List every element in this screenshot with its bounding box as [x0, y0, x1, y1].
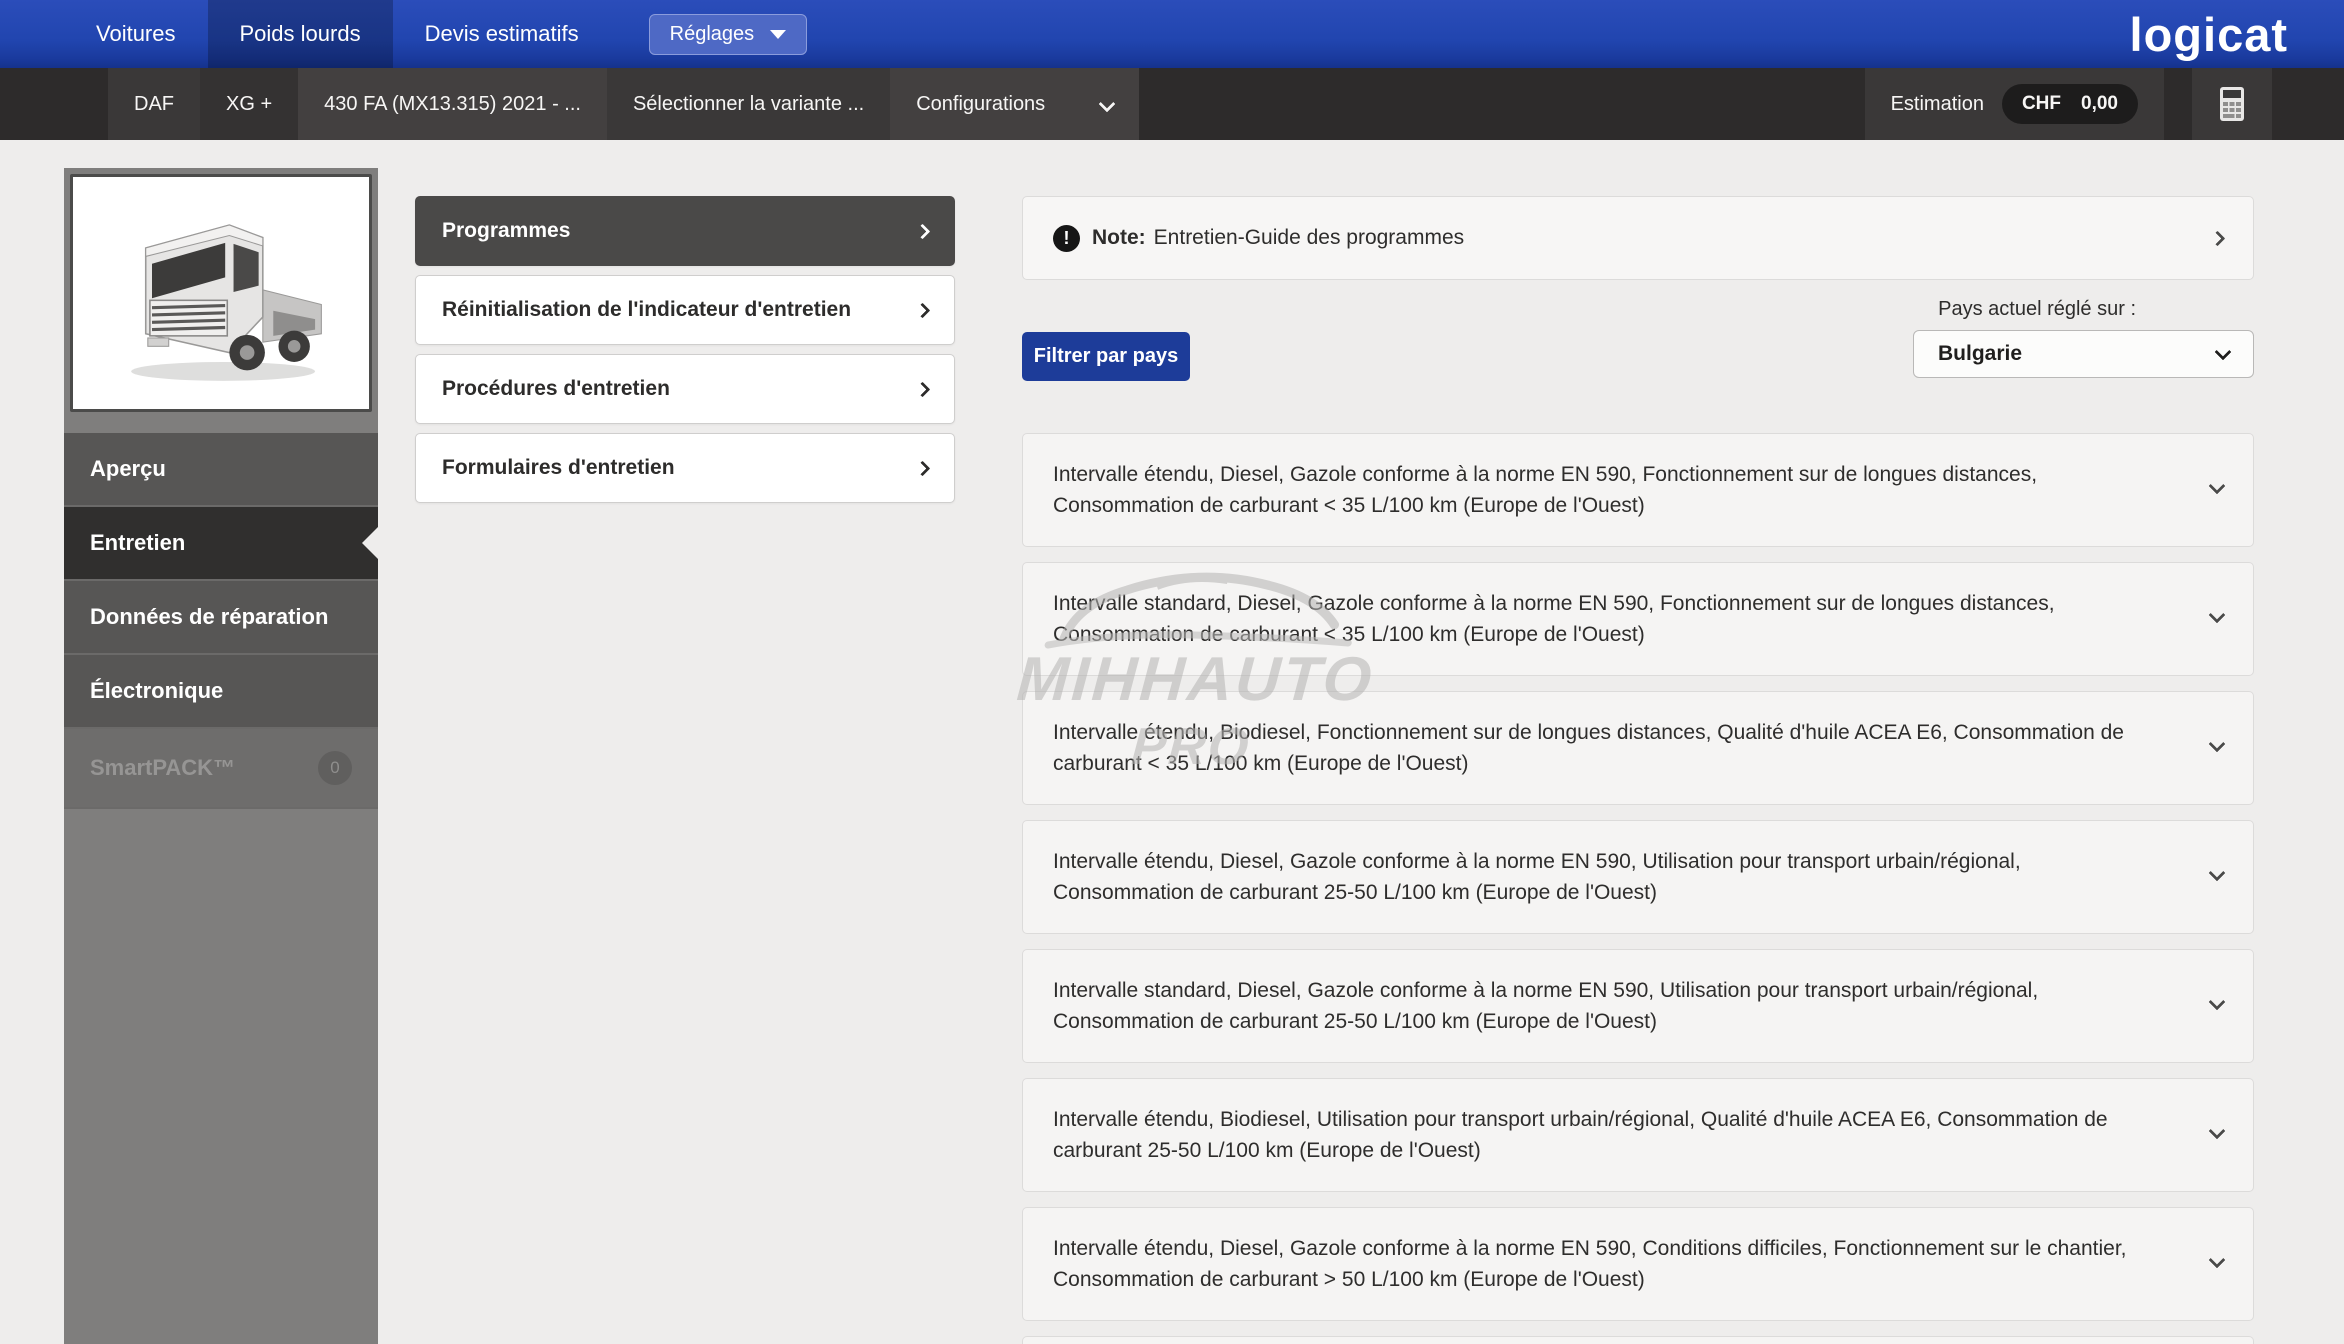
note-text: Entretien-Guide des programmes	[1153, 226, 1465, 249]
program-text: Intervalle étendu, Biodiesel, Utilisatio…	[1053, 1108, 2108, 1162]
program-row[interactable]: Intervalle étendu, Biodiesel, Utilisatio…	[1022, 1078, 2254, 1192]
program-text: Intervalle étendu, Diesel, Gazole confor…	[1053, 463, 2038, 517]
chevron-down-icon	[2208, 1122, 2226, 1140]
breadcrumb-type[interactable]: 430 FA (MX13.315) 2021 - ...	[298, 68, 607, 140]
settings-button[interactable]: Réglages	[648, 13, 808, 55]
tab-poids-lourds[interactable]: Poids lourds	[207, 0, 393, 68]
chevron-down-icon	[2208, 735, 2226, 753]
configurations-label: Configurations	[916, 92, 1046, 115]
vehicle-image-card	[70, 174, 372, 412]
calculator-icon	[2220, 87, 2244, 121]
program-row[interactable]: Intervalle standard, Diesel, Gazole conf…	[1022, 949, 2254, 1063]
menu-item-programmes[interactable]: Programmes	[415, 196, 955, 266]
program-row[interactable]: Intervalle étendu, Biodiesel, Fonctionne…	[1022, 691, 2254, 805]
entretien-menu: Programmes Réinitialisation de l'indicat…	[415, 196, 955, 512]
country-select[interactable]: Bulgarie	[1913, 330, 2254, 378]
chevron-right-icon	[2209, 230, 2226, 246]
top-navbar: Voitures Poids lourds Devis estimatifs R…	[0, 0, 2344, 68]
program-row[interactable]: Intervalle standard, Diesel, Gazole conf…	[1022, 562, 2254, 676]
vehicle-toolbar: DAF XG + 430 FA (MX13.315) 2021 - ... Sé…	[0, 68, 2344, 140]
filter-by-country-button[interactable]: Filtrer par pays	[1022, 332, 1190, 381]
configurations-dropdown[interactable]: Configurations	[890, 68, 1140, 140]
program-text: Intervalle étendu, Diesel, Gazole confor…	[1053, 850, 2021, 904]
breadcrumb-brand[interactable]: DAF	[108, 68, 200, 140]
sidebar-item-label: SmartPACK™	[90, 755, 236, 780]
menu-item-label: Réinitialisation de l'indicateur d'entre…	[442, 298, 852, 321]
sidebar-item-entretien[interactable]: Entretien	[64, 507, 378, 581]
chevron-down-icon	[1098, 95, 1116, 113]
program-row[interactable]: Intervalle étendu, Diesel, Gazole confor…	[1022, 433, 2254, 547]
chevron-right-icon	[914, 460, 931, 476]
sidebar-item-donnees-de-reparation[interactable]: Données de réparation	[64, 581, 378, 655]
variant-selector[interactable]: Sélectionner la variante ...	[606, 68, 891, 140]
sidebar-item-apercu[interactable]: Aperçu	[64, 433, 378, 507]
menu-item-label: Programmes	[442, 219, 571, 242]
sidebar-menu: Aperçu Entretien Données de réparation É…	[64, 433, 378, 809]
chevron-down-icon	[2208, 864, 2226, 882]
program-list: Intervalle étendu, Diesel, Gazole confor…	[1022, 433, 2254, 1344]
tab-devis-estimatifs[interactable]: Devis estimatifs	[393, 0, 611, 68]
count-badge: 0	[318, 751, 352, 785]
note-banner[interactable]: ! Note: Entretien-Guide des programmes	[1022, 196, 2254, 280]
sidebar-item-electronique[interactable]: Électronique	[64, 655, 378, 729]
brand-logo: logicat	[2129, 7, 2288, 61]
calculator-button[interactable]	[2192, 68, 2272, 140]
chevron-down-icon	[2208, 606, 2226, 624]
program-text: Intervalle standard, Diesel, Gazole conf…	[1053, 979, 2039, 1033]
menu-item-formulaires[interactable]: Formulaires d'entretien	[415, 433, 955, 503]
chevron-right-icon	[914, 223, 931, 239]
chevron-right-icon	[914, 302, 931, 318]
note-label: Note:	[1092, 226, 1146, 249]
program-text: Intervalle standard, Diesel, Gazole conf…	[1053, 592, 2055, 646]
currency-label: CHF	[2021, 93, 2062, 114]
estimation-amount: 0,00	[2081, 93, 2118, 114]
menu-item-procedures[interactable]: Procédures d'entretien	[415, 354, 955, 424]
menu-item-reinitialisation[interactable]: Réinitialisation de l'indicateur d'entre…	[415, 275, 955, 345]
chevron-down-icon	[2214, 343, 2232, 361]
programs-content: ! Note: Entretien-Guide des programmes F…	[1022, 196, 2254, 1344]
chevron-down-icon	[2208, 993, 2226, 1011]
estimation-amount-pill: CHF 0,00	[2001, 84, 2138, 124]
chevron-down-icon	[2208, 477, 2226, 495]
tab-voitures[interactable]: Voitures	[64, 0, 208, 68]
estimation-section: Estimation CHF 0,00	[1864, 68, 2164, 140]
truck-image	[131, 224, 322, 381]
breadcrumb-model[interactable]: XG +	[200, 68, 299, 140]
program-row-partial[interactable]	[1022, 1336, 2254, 1344]
program-text: Intervalle étendu, Biodiesel, Fonctionne…	[1053, 721, 2124, 775]
chevron-down-icon	[2208, 1251, 2226, 1269]
menu-item-label: Formulaires d'entretien	[442, 456, 675, 479]
exclamation-circle-icon: !	[1053, 224, 1080, 252]
settings-button-label: Réglages	[669, 22, 755, 45]
caret-down-icon	[770, 29, 787, 39]
program-text: Intervalle étendu, Diesel, Gazole confor…	[1053, 1237, 2127, 1291]
menu-item-label: Procédures d'entretien	[442, 377, 670, 400]
country-select-value: Bulgarie	[1938, 342, 2023, 365]
program-row[interactable]: Intervalle étendu, Diesel, Gazole confor…	[1022, 820, 2254, 934]
estimation-label: Estimation	[1890, 92, 1984, 115]
chevron-right-icon	[914, 381, 931, 397]
sidebar-item-smartpack: SmartPACK™ 0	[64, 729, 378, 809]
program-row[interactable]: Intervalle étendu, Diesel, Gazole confor…	[1022, 1207, 2254, 1321]
vehicle-sidebar: Aperçu Entretien Données de réparation É…	[64, 168, 378, 1344]
current-country-label: Pays actuel réglé sur :	[1938, 298, 2136, 320]
